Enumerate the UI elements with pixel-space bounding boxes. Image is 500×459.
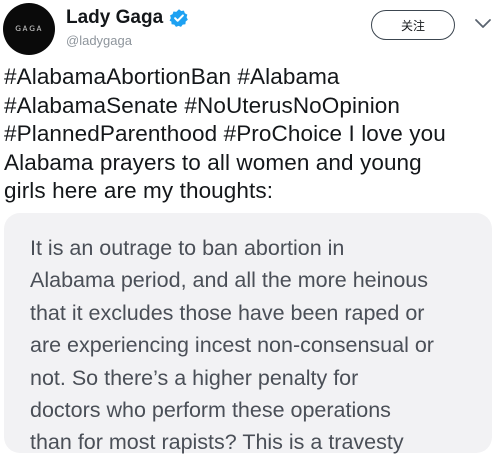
statement-text: It is an outrage to ban abortion in Alab… xyxy=(30,232,492,459)
statement-line: not. So there’s a higher penalty for xyxy=(30,365,359,390)
tweet-card: ɢᴀɢᴀ Lady Gaga @ladygaga 关注 #AlabamaAbor… xyxy=(0,0,500,454)
statement-line: Alabama period, and all the more heinous xyxy=(30,268,429,293)
tweet-text: #AlabamaAbortionBan #Alabama #AlabamaSen… xyxy=(4,63,498,206)
statement-line: are experiencing incest non-consensual o… xyxy=(30,333,434,358)
statement-line: It is an outrage to ban abortion in xyxy=(30,236,345,260)
tweet-text-line: girls here are my thoughts: xyxy=(4,178,274,204)
statement-line: doctors who perform these operations xyxy=(30,398,391,423)
chevron-down-icon[interactable] xyxy=(474,16,492,30)
display-name[interactable]: Lady Gaga xyxy=(66,7,163,29)
avatar-logo-text: ɢᴀɢᴀ xyxy=(14,23,44,34)
avatar[interactable]: ɢᴀɢᴀ xyxy=(3,3,55,55)
verified-badge-icon xyxy=(169,9,188,27)
follow-button[interactable]: 关注 xyxy=(371,10,455,40)
author-name-row: Lady Gaga xyxy=(66,6,189,30)
tweet-text-line: #AlabamaSenate #NoUterusNoOpinion xyxy=(4,92,401,118)
statement-line: that it excludes those have been raped o… xyxy=(30,300,425,325)
tweet-text-line: #PlannedParenthood #ProChoice I love you xyxy=(4,121,446,147)
tweet-text-line: #AlabamaAbortionBan #Alabama xyxy=(4,64,340,89)
statement-line: than for most rapists? This is a travest… xyxy=(30,430,404,455)
user-handle[interactable]: @ladygaga xyxy=(66,33,132,48)
tweet-text-line: Alabama prayers to all women and young xyxy=(4,149,422,175)
